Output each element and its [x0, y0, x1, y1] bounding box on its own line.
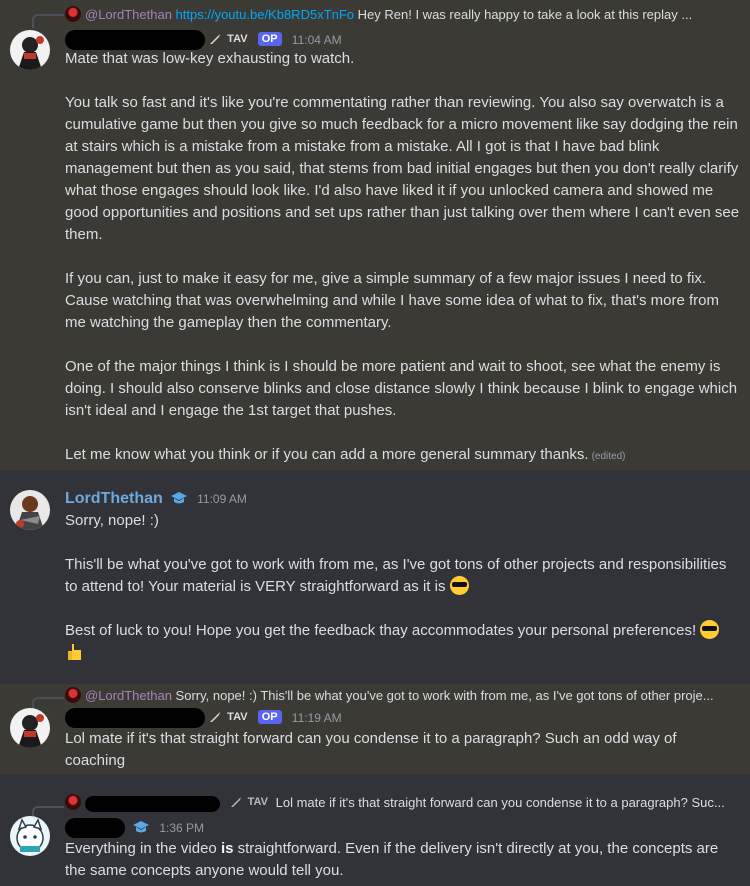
message-body: Mate that was low-key exhausting to watc… — [65, 48, 740, 468]
op-badge: OP — [257, 709, 282, 724]
reply-preview[interactable]: @LordThethan Sorry, nope! :) This'll be … — [65, 687, 745, 703]
reply-author[interactable]: @LordThethan — [85, 688, 172, 703]
message-header: TAV OP 11:04 AM — [65, 30, 342, 50]
redacted-username — [65, 708, 205, 728]
message-header: 1:36 PM — [65, 818, 204, 838]
message-header: LordThethan 11:09 AM — [65, 490, 247, 508]
avatar[interactable] — [10, 708, 50, 748]
message-body: Everything in the video is straightforwa… — [65, 838, 740, 882]
timestamp: 1:36 PM — [159, 820, 205, 835]
reply-preview[interactable]: @LordThethan https://youtu.be/Kb8RD5xTnF… — [65, 6, 745, 22]
reply-avatar — [65, 794, 81, 810]
text-segment: Everything in the video — [65, 840, 221, 857]
paragraph: Let me know what you think or if you can… — [65, 446, 589, 463]
reply-snippet: Sorry, nope! :) This'll be what you've g… — [175, 688, 714, 703]
paragraph: Best of luck to you! Hope you get the fe… — [65, 622, 697, 639]
message-body: Sorry, nope! :) This'll be what you've g… — [65, 510, 740, 665]
graduation-cap-icon — [170, 492, 187, 504]
message-3: @LordThethan Sorry, nope! :) This'll be … — [0, 684, 750, 774]
op-badge: OP — [257, 31, 282, 46]
user-tag: TAV — [227, 710, 248, 723]
bold-text: is — [220, 840, 234, 857]
message-body: Lol mate if it's that straight forward c… — [65, 728, 740, 772]
message-header: TAV OP 11:19 AM — [65, 708, 342, 728]
sunglasses-emoji — [449, 576, 469, 595]
reply-snippet: Lol mate if it's that straight forward c… — [275, 795, 725, 810]
reply-spine — [32, 14, 64, 28]
paragraph: Sorry, nope! :) — [65, 512, 159, 529]
reply-link[interactable]: https://youtu.be/Kb8RD5xTnFo — [176, 7, 354, 22]
sunglasses-emoji — [700, 620, 720, 639]
reply-preview[interactable]: TAV Lol mate if it's that straight forwa… — [65, 794, 745, 812]
paragraph: Mate that was low-key exhausting to watc… — [65, 50, 355, 67]
reply-avatar — [65, 687, 81, 703]
reply-avatar — [65, 6, 81, 22]
avatar[interactable] — [10, 30, 50, 70]
avatar[interactable] — [10, 490, 50, 530]
thumbs-up-emoji — [68, 644, 81, 660]
reply-author[interactable]: @LordThethan — [85, 7, 172, 22]
user-tag: TAV — [247, 796, 268, 808]
message-1: @LordThethan https://youtu.be/Kb8RD5xTnF… — [0, 0, 750, 470]
edited-label: (edited) — [591, 451, 626, 462]
redacted-username — [65, 818, 125, 838]
timestamp: 11:04 AM — [291, 32, 342, 47]
sword-icon — [210, 711, 221, 722]
graduation-cap-icon — [133, 820, 150, 833]
reply-snippet: Hey Ren! I was really happy to take a lo… — [357, 7, 693, 22]
message-2: LordThethan 11:09 AM Sorry, nope! :) Thi… — [0, 470, 750, 684]
paragraph: You talk so fast and it's like you're co… — [65, 94, 740, 243]
sword-icon — [230, 797, 241, 807]
user-tag: TAV — [227, 32, 248, 45]
redacted-username — [85, 795, 220, 812]
message-4: TAV Lol mate if it's that straight forwa… — [0, 774, 750, 886]
username[interactable]: LordThethan — [65, 490, 163, 507]
sword-icon — [210, 33, 221, 44]
paragraph: If you can, just to make it easy for me,… — [65, 270, 720, 331]
redacted-username — [65, 30, 205, 50]
timestamp: 11:09 AM — [197, 492, 247, 506]
avatar[interactable] — [10, 816, 50, 856]
paragraph: This'll be what you've got to work with … — [65, 556, 727, 595]
timestamp: 11:19 AM — [291, 710, 342, 725]
paragraph: Lol mate if it's that straight forward c… — [65, 730, 677, 769]
paragraph: One of the major things I think is I sho… — [65, 358, 738, 419]
